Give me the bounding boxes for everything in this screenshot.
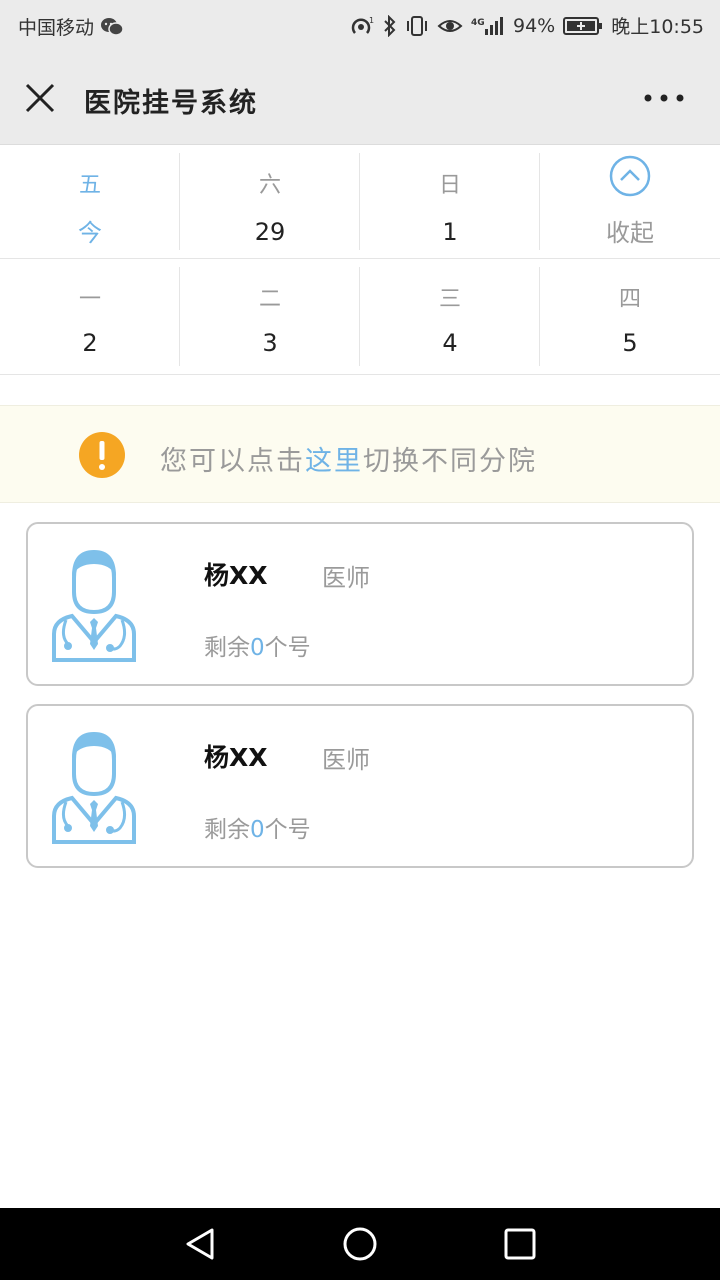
calendar-row-1: 五 今 六 29 日 1 收起 [0,145,720,259]
calendar-day[interactable]: 日 1 [360,145,540,258]
carrier-label: 中国移动 [18,17,95,39]
battery-icon [563,15,603,37]
date-label: 4 [442,329,458,357]
system-nav-bar [0,1208,720,1280]
weekday-label: 三 [438,287,461,312]
home-button[interactable] [342,1226,378,1262]
vibrate-icon [405,15,429,37]
remain-suffix: 个号 [264,817,311,843]
svg-text:4G: 4G [471,18,485,28]
date-label: 2 [82,329,98,357]
battery-percent: 94% [513,14,556,37]
doctor-card[interactable]: 杨XX 医师 剩余0个号 [26,704,694,868]
more-button[interactable] [642,88,686,108]
calendar-day[interactable]: 四 5 [540,259,720,374]
home-circle-icon [343,1227,377,1261]
weekday-label: 六 [258,173,281,198]
remain-suffix: 个号 [264,635,311,661]
status-right: 1 4G 94% 晚上10:55 [349,12,704,39]
date-label: 5 [622,329,638,357]
doctor-avatar-icon [52,732,136,844]
calendar-day[interactable]: 六 29 [180,145,360,258]
weekday-label: 四 [618,287,641,312]
collapse-button[interactable]: 收起 [540,145,720,258]
branch-switch-notice: 您可以点击这里切换不同分院 [0,405,720,503]
weekday-label: 二 [258,287,281,312]
status-bar: 中国移动 1 4G 94% 晚上10:55 [0,0,720,50]
collapse-label: 收起 [606,219,654,247]
warning-icon [79,432,125,478]
calendar-row-2: 一 2 二 3 三 4 四 5 [0,259,720,375]
doctor-card[interactable]: 杨XX 医师 剩余0个号 [26,522,694,686]
notice-prefix: 您可以点击 [160,446,305,477]
back-triangle-icon [186,1228,214,1260]
svg-text:1: 1 [369,16,374,25]
doctor-title: 医师 [322,746,370,774]
calendar-day[interactable]: 三 4 [360,259,540,374]
remain-prefix: 剩余 [204,817,250,843]
close-button[interactable] [22,80,58,116]
recents-square-icon [504,1228,536,1260]
remain-count: 0 [250,635,265,661]
notice-text: 您可以点击这里切换不同分院 [160,439,537,478]
signal-icon: 4G [471,15,505,37]
weekday-label: 五 [78,173,101,198]
eye-icon [437,15,463,37]
calendar-day[interactable]: 二 3 [180,259,360,374]
calendar-day-today[interactable]: 五 今 [0,145,180,258]
date-label: 29 [254,218,286,246]
date-label: 今 [78,219,102,247]
remaining-slots: 剩余0个号 [204,810,311,844]
date-label: 1 [442,218,458,246]
weekday-label: 日 [438,173,461,198]
date-label: 3 [262,329,278,357]
close-icon [25,83,55,113]
bluetooth-icon [383,14,397,37]
notice-suffix: 切换不同分院 [363,446,537,477]
recents-button[interactable] [502,1226,538,1262]
doctor-name: 杨XX [204,561,268,590]
doctor-name: 杨XX [204,743,268,772]
status-left: 中国移动 [18,13,124,40]
remain-count: 0 [250,817,265,843]
title-bar: 医院挂号系统 [0,50,720,145]
back-button[interactable] [182,1226,218,1262]
chevron-up-circle-icon [609,155,651,197]
doctor-avatar-icon [52,550,136,662]
calendar-day[interactable]: 一 2 [0,259,180,374]
hotspot-icon: 1 [349,15,375,37]
remain-prefix: 剩余 [204,635,250,661]
weekday-label: 一 [78,287,101,312]
doctor-title: 医师 [322,564,370,592]
page-title: 医院挂号系统 [84,88,258,119]
wechat-icon [100,17,124,37]
more-dots-icon [644,94,684,102]
clock: 晚上10:55 [611,16,704,38]
switch-branch-link[interactable]: 这里 [305,446,363,477]
remaining-slots: 剩余0个号 [204,628,311,662]
